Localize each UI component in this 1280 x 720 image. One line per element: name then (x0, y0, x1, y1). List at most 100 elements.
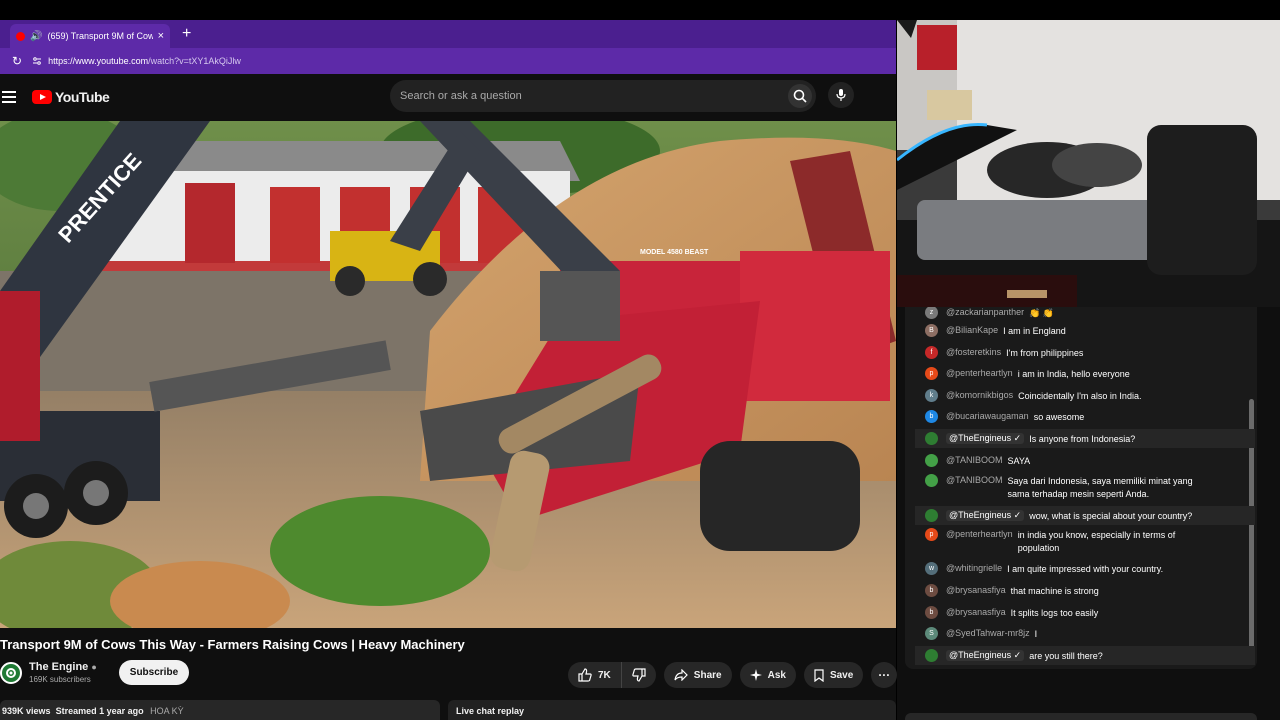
youtube-play-icon (32, 90, 52, 104)
chat-message[interactable]: @TANIBOOM SAYA (925, 454, 1215, 468)
like-button[interactable]: 7K (568, 662, 622, 688)
chat-message[interactable]: S @SyedTahwar-mr8jz I (925, 627, 1215, 641)
verified-icon: ● (91, 662, 97, 672)
channel-avatar[interactable] (0, 661, 22, 684)
chat-message[interactable]: @TheEngineus ✓ are you still there? (925, 649, 1215, 663)
chat-text: I am quite impressed with your country. (1007, 564, 1164, 574)
new-tab-icon[interactable]: + (182, 25, 191, 43)
chat-avatar[interactable]: k (925, 389, 938, 402)
chat-message-list[interactable]: z @zackarianpanther 👏 👏 B @BilianKape I am in… (905, 307, 1257, 669)
chat-author[interactable]: @TANIBOOM (946, 475, 1002, 485)
chat-message[interactable]: k @komornikbigos Coincidentally I'm also i… (925, 389, 1215, 403)
chat-author[interactable]: @TheEngineus ✓ (946, 433, 1025, 444)
share-label: Share (693, 669, 722, 681)
chat-text: i am in India, hello everyone (1017, 369, 1130, 379)
chat-avatar[interactable]: S (925, 627, 938, 640)
chat-avatar[interactable] (925, 432, 938, 445)
description-box[interactable]: 939K views Streamed 1 year ago HOA KỲ (0, 700, 440, 720)
url-path: /watch?v=tXY1AkQiJlw (148, 56, 241, 66)
chat-author[interactable]: @penterheartlyn (946, 529, 1013, 539)
video-frame: AllFrom The EngineIndustry (0, 121, 896, 628)
chat-message[interactable]: z @zackarianpanther 👏 👏 (925, 307, 1215, 320)
ask-label: Ask (767, 669, 786, 681)
chat-message[interactable]: b @bucariawaugaman so awesome (925, 410, 1215, 424)
chat-text: Saya dari Indonesia, saya memiliki minat… (1007, 476, 1193, 499)
chat-author[interactable]: @TheEngineus ✓ (946, 510, 1025, 521)
chat-avatar[interactable]: B (925, 324, 938, 337)
search-button[interactable] (788, 84, 812, 108)
chat-avatar[interactable] (925, 509, 938, 522)
address-bar[interactable]: ↻ https://www.youtube.com/watch?v=tXY1Ak… (0, 48, 896, 74)
search-input[interactable]: Search or ask a question (390, 80, 816, 112)
chat-author[interactable]: @fosteretkins (946, 347, 1001, 357)
chat-message[interactable]: B @BilianKape I am in England (925, 324, 1215, 338)
more-actions-icon[interactable]: ··· (871, 662, 898, 688)
speaker-icon[interactable]: 🔊 (30, 31, 42, 42)
chat-avatar[interactable]: f (925, 346, 938, 359)
chat-text: wow, what is special about your country? (1029, 511, 1193, 521)
chat-avatar[interactable]: b (925, 410, 938, 423)
reload-icon[interactable]: ↻ (12, 54, 22, 68)
dislike-button[interactable] (622, 662, 656, 688)
voice-search-button[interactable] (828, 82, 854, 108)
bookmark-icon (814, 668, 824, 682)
channel-row: The Engine ● 169K subscribers Subscribe (0, 660, 190, 685)
channel-name[interactable]: The Engine ● (29, 661, 97, 673)
chat-avatar[interactable] (925, 649, 938, 662)
channel-name-text: The Engine (29, 661, 89, 673)
chat-message[interactable]: p @penterheartlyn i am in India, hello eve… (925, 367, 1215, 381)
chat-avatar[interactable] (925, 474, 938, 487)
youtube-logo[interactable]: YouTube (32, 89, 110, 105)
chat-author[interactable]: @TANIBOOM (946, 455, 1002, 465)
chat-message[interactable]: b @brysanasfiya It splits logs too easily (925, 606, 1215, 620)
top-band (0, 0, 1280, 20)
share-button[interactable]: Share (663, 662, 732, 688)
chat-author[interactable]: @brysanasfiya (946, 585, 1006, 595)
chat-text: in india you know, especially in terms o… (1017, 530, 1176, 553)
chat-author[interactable]: @SyedTahwar-mr8jz (946, 628, 1030, 638)
site-info-icon[interactable] (32, 56, 42, 66)
chat-text: so awesome (1033, 412, 1085, 422)
chat-text: I am in England (1003, 326, 1066, 336)
chat-author[interactable]: @penterheartlyn (946, 368, 1013, 378)
chat-author[interactable]: @bucariawaugaman (946, 411, 1029, 421)
subscribe-button[interactable]: Subscribe (118, 660, 190, 685)
chat-author[interactable]: @zackarianpanther (946, 307, 1024, 317)
chat-message[interactable]: @TANIBOOM Saya dari Indonesia, saya memil… (925, 474, 1215, 501)
live-chat-replay-header[interactable]: Live chat replay (448, 700, 896, 720)
chat-author[interactable]: @BilianKape (946, 325, 998, 335)
video-title: Transport 9M of Cows This Way - Farmers … (0, 637, 465, 652)
youtube-favicon-icon (16, 31, 25, 41)
chat-message[interactable]: p @penterheartlyn in india you know, espec… (925, 528, 1215, 555)
chat-message[interactable]: b @brysanasfiya that machine is strong (925, 584, 1215, 598)
chat-author[interactable]: @brysanasfiya (946, 607, 1006, 617)
ask-button[interactable]: Ask (739, 662, 796, 688)
chat-avatar[interactable]: p (925, 367, 938, 380)
chat-avatar[interactable]: p (925, 528, 938, 541)
chat-text: I'm from philippines (1006, 348, 1084, 358)
chat-avatar[interactable]: w (925, 562, 938, 575)
chat-author[interactable]: @TheEngineus ✓ (946, 650, 1025, 661)
video-player[interactable]: AllFrom The EngineIndustry (0, 121, 896, 628)
chat-author[interactable]: @whitingrielle (946, 563, 1002, 573)
browser-tab[interactable]: 🔊 (659) Transport 9M of Cows Th × (10, 24, 170, 48)
like-dislike-group: 7K (568, 662, 656, 688)
location-tag[interactable]: HOA KỲ (150, 706, 184, 716)
chat-avatar[interactable]: b (925, 584, 938, 597)
microphone-icon (836, 89, 846, 101)
stream-date: Streamed 1 year ago (55, 706, 144, 716)
chat-message[interactable]: w @whitingrielle I am quite impressed with… (925, 562, 1215, 576)
chat-message[interactable]: f @fosteretkins I'm from philippines (925, 346, 1215, 360)
save-button[interactable]: Save (803, 662, 864, 688)
save-label: Save (829, 669, 854, 681)
chat-avatar[interactable] (925, 454, 938, 467)
thumbs-down-icon (632, 668, 646, 682)
chat-avatar[interactable]: z (925, 307, 938, 319)
close-tab-icon[interactable]: × (158, 30, 164, 42)
chat-message[interactable]: @TheEngineus ✓ Is anyone from Indonesia? (925, 432, 1215, 446)
chat-avatar[interactable]: b (925, 606, 938, 619)
hamburger-menu-icon[interactable] (2, 91, 16, 103)
chat-author[interactable]: @komornikbigos (946, 390, 1013, 400)
chat-message[interactable]: @TheEngineus ✓ wow, what is special about… (925, 509, 1215, 523)
url-text[interactable]: https://www.youtube.com/watch?v=tXY1AkQi… (32, 56, 241, 66)
